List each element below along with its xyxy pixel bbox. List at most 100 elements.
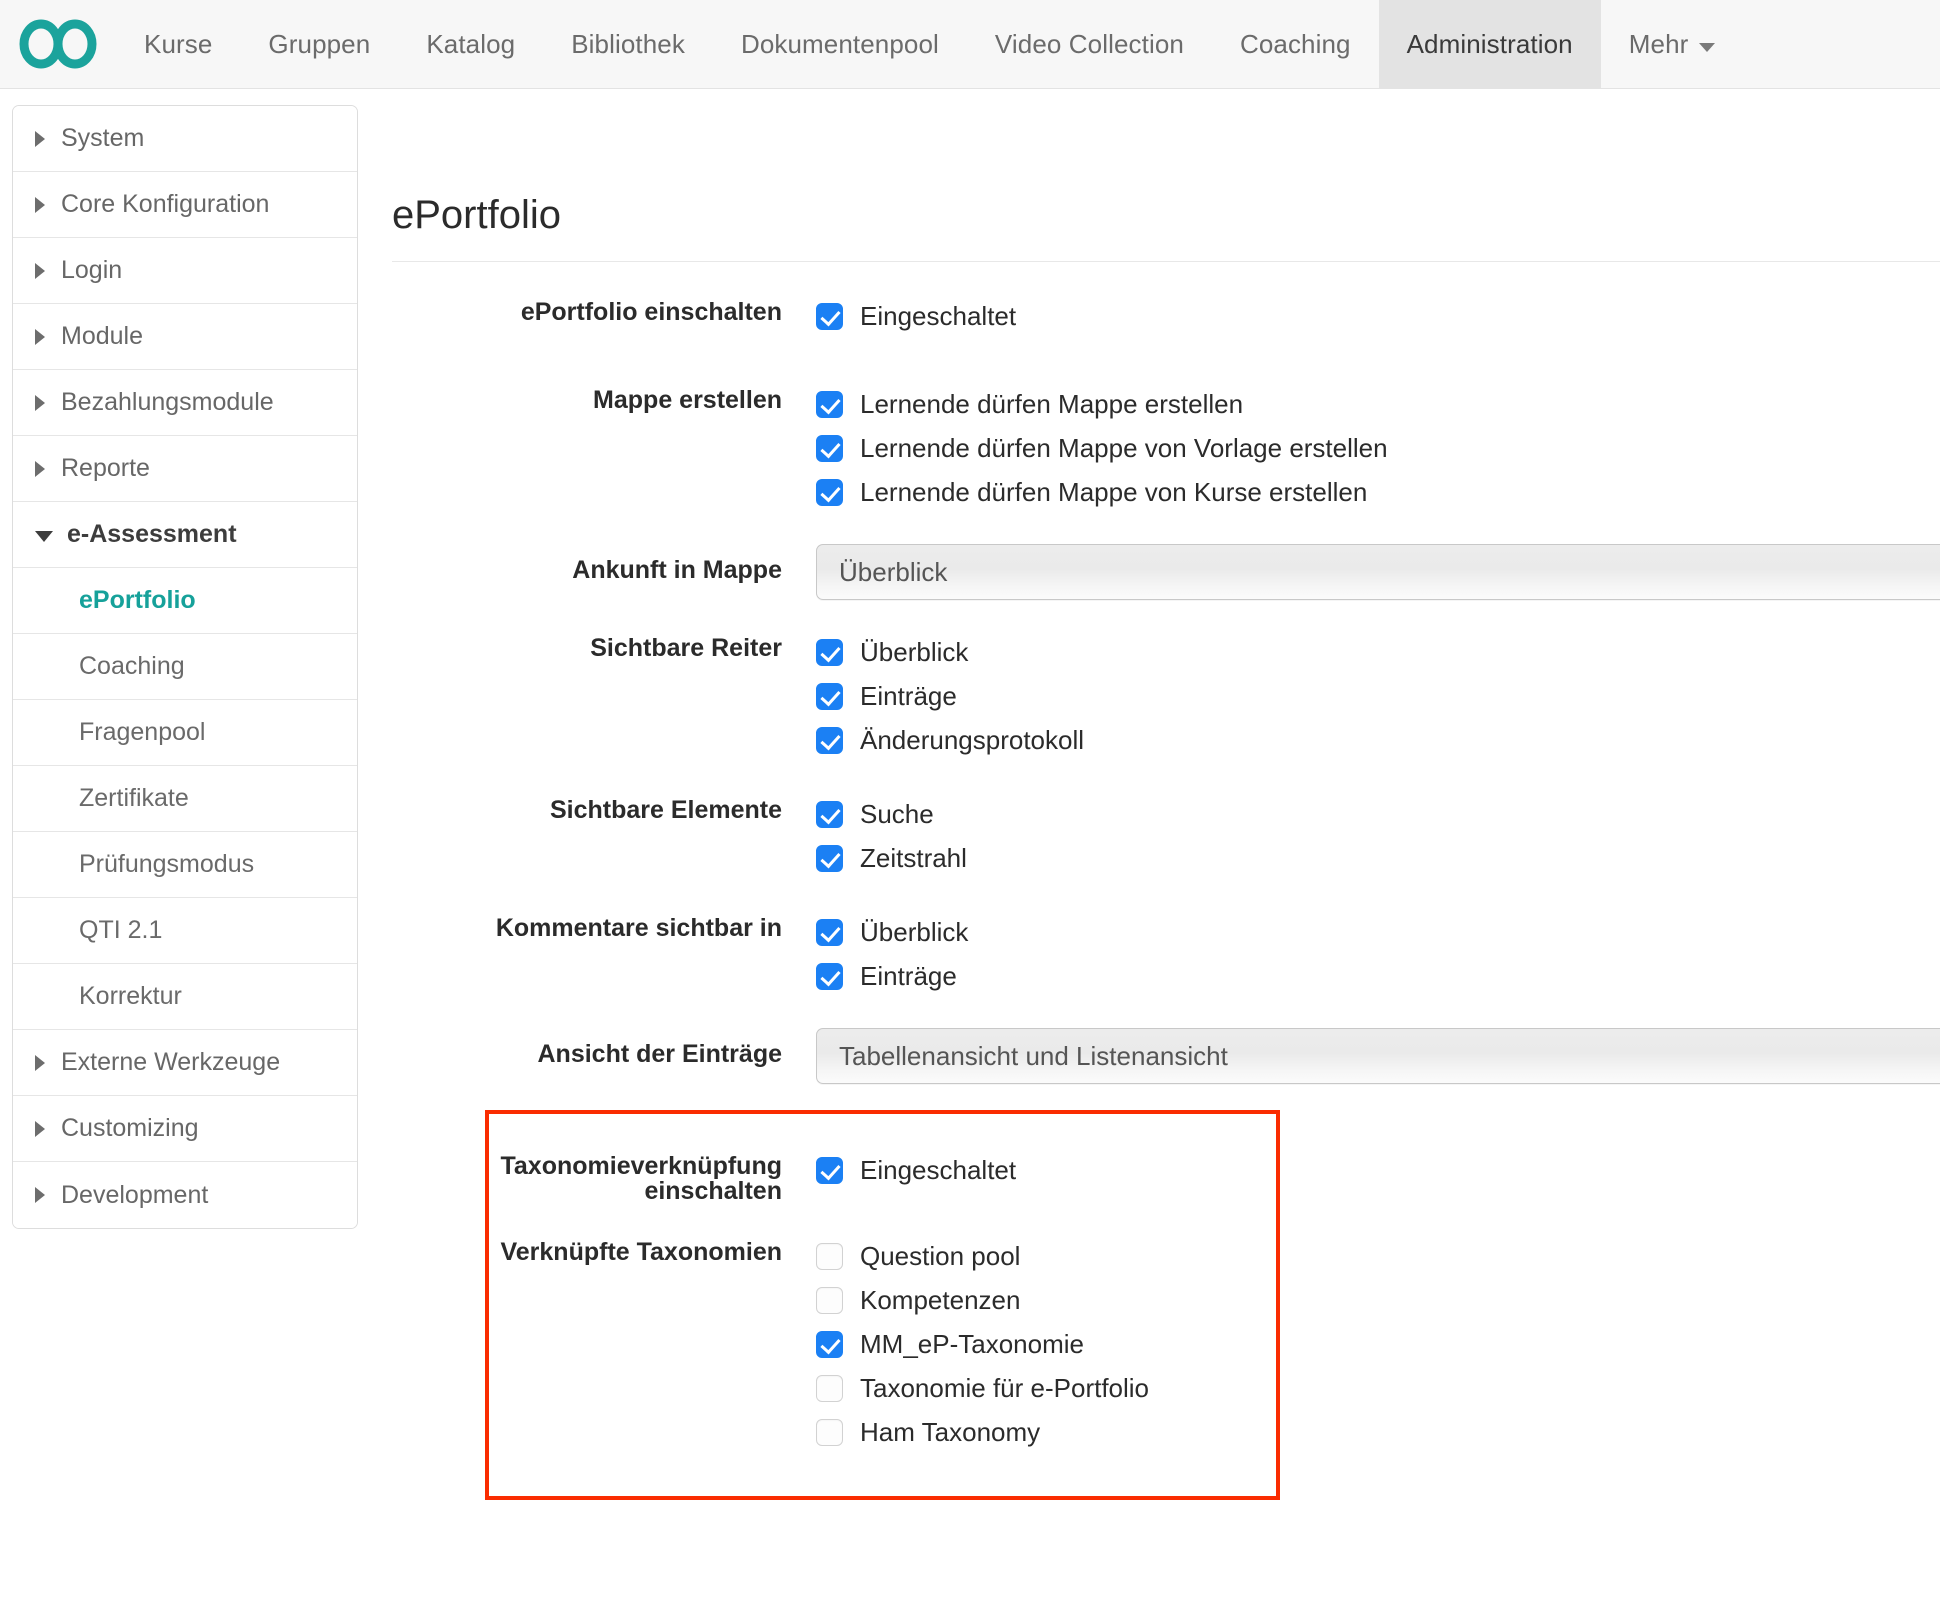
select-ansicht-der-eintraege[interactable]: Tabellenansicht und Listenansicht	[816, 1028, 1940, 1084]
checkbox-row[interactable]: Eingeschaltet	[816, 1148, 1940, 1192]
checkbox-ham-taxonomy[interactable]	[816, 1419, 843, 1446]
sidebar-item-label: e-Assessment	[67, 520, 237, 549]
nav-item-mehr[interactable]: Mehr	[1601, 0, 1744, 88]
nav-item-katalog[interactable]: Katalog	[398, 0, 543, 88]
nav-item-label: Coaching	[1240, 29, 1351, 60]
checkbox-row[interactable]: MM_eP-Taxonomie	[816, 1322, 1940, 1366]
nav-item-bibliothek[interactable]: Bibliothek	[543, 0, 713, 88]
checkbox-label: Taxonomie für e-Portfolio	[860, 1375, 1149, 1401]
checkbox-row[interactable]: Eingeschaltet	[816, 294, 1940, 338]
select-value: Überblick	[839, 557, 947, 588]
sidebar-item-bezahlungsmodule[interactable]: Bezahlungsmodule	[13, 370, 357, 436]
chevron-down-icon	[35, 531, 53, 542]
checkbox-label: Lernende dürfen Mappe erstellen	[860, 391, 1243, 417]
checkbox-kommentare-ueberblick[interactable]	[816, 919, 843, 946]
checkbox-mm-ep-taxonomie[interactable]	[816, 1331, 843, 1358]
checkbox-question-pool[interactable]	[816, 1243, 843, 1270]
nav-item-kurse[interactable]: Kurse	[116, 0, 240, 88]
checkbox-row[interactable]: Einträge	[816, 954, 1940, 998]
nav-item-label: Gruppen	[268, 29, 370, 60]
sidebar-item-label: ePortfolio	[79, 586, 196, 615]
select-value: Tabellenansicht und Listenansicht	[839, 1041, 1228, 1072]
checkbox-eintraege[interactable]	[816, 683, 843, 710]
form-row-sichtbare-elemente: Sichtbare Elemente Suche Zeitstrahl	[382, 792, 1940, 880]
checkbox-taxonomie-fuer-e-portfolio[interactable]	[816, 1375, 843, 1402]
sidebar-item-label: Korrektur	[79, 982, 182, 1011]
nav-item-dokumentenpool[interactable]: Dokumentenpool	[713, 0, 967, 88]
spacer	[382, 338, 1940, 382]
form-control-group: Suche Zeitstrahl	[816, 792, 1940, 880]
checkbox-row[interactable]: Taxonomie für e-Portfolio	[816, 1366, 1940, 1410]
checkbox-kommentare-eintraege[interactable]	[816, 963, 843, 990]
nav-item-video-collection[interactable]: Video Collection	[967, 0, 1212, 88]
checkbox-label: Kompetenzen	[860, 1287, 1020, 1313]
eportfolio-settings-form: ePortfolio einschalten Eingeschaltet Map…	[382, 294, 1940, 1500]
checkbox-lernende-duerfen-mappe-von-vorlage-erstellen[interactable]	[816, 435, 843, 462]
spacer	[382, 514, 1940, 544]
sidebar-item-module[interactable]: Module	[13, 304, 357, 370]
sidebar-item-customizing[interactable]: Customizing	[13, 1096, 357, 1162]
checkbox-row[interactable]: Einträge	[816, 674, 1940, 718]
checkbox-lernende-duerfen-mappe-von-kurse-erstellen[interactable]	[816, 479, 843, 506]
nav-item-administration[interactable]: Administration	[1379, 0, 1601, 88]
checkbox-label: Lernende dürfen Mappe von Vorlage erstel…	[860, 435, 1388, 461]
checkbox-row[interactable]: Ham Taxonomy	[816, 1410, 1940, 1454]
checkbox-row[interactable]: Kompetenzen	[816, 1278, 1940, 1322]
spacer	[382, 762, 1940, 792]
top-navigation-bar: Kurse Gruppen Katalog Bibliothek Dokumen…	[0, 0, 1940, 89]
chevron-right-icon	[35, 197, 45, 213]
checkbox-row[interactable]: Überblick	[816, 910, 1940, 954]
checkbox-kompetenzen[interactable]	[816, 1287, 843, 1314]
sidebar-item-qti-2-1[interactable]: QTI 2.1	[13, 898, 357, 964]
checkbox-row[interactable]: Überblick	[816, 630, 1940, 674]
sidebar-item-label: QTI 2.1	[79, 916, 162, 945]
checkbox-suche[interactable]	[816, 801, 843, 828]
sidebar-item-core-konfiguration[interactable]: Core Konfiguration	[13, 172, 357, 238]
select-ankunft-in-mappe[interactable]: Überblick	[816, 544, 1940, 600]
spacer	[382, 1204, 1940, 1234]
form-control-group: Question pool Kompetenzen MM_eP-Taxonomi…	[816, 1234, 1940, 1454]
sidebar-item-reporte[interactable]: Reporte	[13, 436, 357, 502]
sidebar-item-externe-werkzeuge[interactable]: Externe Werkzeuge	[13, 1030, 357, 1096]
checkbox-row[interactable]: Lernende dürfen Mappe von Vorlage erstel…	[816, 426, 1940, 470]
form-label: Ansicht der Einträge	[382, 1028, 816, 1067]
checkbox-lernende-duerfen-mappe-erstellen[interactable]	[816, 391, 843, 418]
form-label: Taxonomieverknüpfung einschalten	[382, 1148, 816, 1204]
sidebar-item-label: Externe Werkzeuge	[61, 1048, 280, 1077]
checkbox-zeitstrahl[interactable]	[816, 845, 843, 872]
sidebar-item-korrektur[interactable]: Korrektur	[13, 964, 357, 1030]
sidebar-item-pruefungsmodus[interactable]: Prüfungsmodus	[13, 832, 357, 898]
checkbox-row[interactable]: Suche	[816, 792, 1940, 836]
form-row-ansicht-der-eintraege: Ansicht der Einträge Tabellenansicht und…	[382, 1028, 1940, 1084]
chevron-right-icon	[35, 1055, 45, 1071]
checkbox-taxonomie-eingeschaltet[interactable]	[816, 1157, 843, 1184]
nav-item-gruppen[interactable]: Gruppen	[240, 0, 398, 88]
sidebar-item-fragenpool[interactable]: Fragenpool	[13, 700, 357, 766]
sidebar-item-eportfolio[interactable]: ePortfolio	[13, 568, 357, 634]
checkbox-row[interactable]: Änderungsprotokoll	[816, 718, 1940, 762]
infinity-logo-icon	[19, 18, 97, 70]
checkbox-eingeschaltet[interactable]	[816, 303, 843, 330]
checkbox-label: Zeitstrahl	[860, 845, 967, 871]
sidebar-item-label: Customizing	[61, 1114, 199, 1143]
sidebar-item-coaching[interactable]: Coaching	[13, 634, 357, 700]
sidebar-item-login[interactable]: Login	[13, 238, 357, 304]
checkbox-row[interactable]: Lernende dürfen Mappe erstellen	[816, 382, 1940, 426]
nav-item-coaching[interactable]: Coaching	[1212, 0, 1379, 88]
sidebar-item-development[interactable]: Development	[13, 1162, 357, 1228]
sidebar-item-label: Zertifikate	[79, 784, 189, 813]
sidebar-item-label: Prüfungsmodus	[79, 850, 254, 879]
checkbox-row[interactable]: Lernende dürfen Mappe von Kurse erstelle…	[816, 470, 1940, 514]
sidebar-item-label: Module	[61, 322, 143, 351]
form-label: ePortfolio einschalten	[382, 294, 816, 325]
checkbox-row[interactable]: Zeitstrahl	[816, 836, 1940, 880]
sidebar-item-zertifikate[interactable]: Zertifikate	[13, 766, 357, 832]
brand-logo[interactable]	[0, 0, 116, 88]
checkbox-row[interactable]: Question pool	[816, 1234, 1940, 1278]
sidebar-item-system[interactable]: System	[13, 106, 357, 172]
checkbox-aenderungsprotokoll[interactable]	[816, 727, 843, 754]
nav-item-label: Katalog	[426, 29, 515, 60]
sidebar-item-e-assessment[interactable]: e-Assessment	[13, 502, 357, 568]
spacer	[382, 998, 1940, 1028]
checkbox-ueberblick[interactable]	[816, 639, 843, 666]
